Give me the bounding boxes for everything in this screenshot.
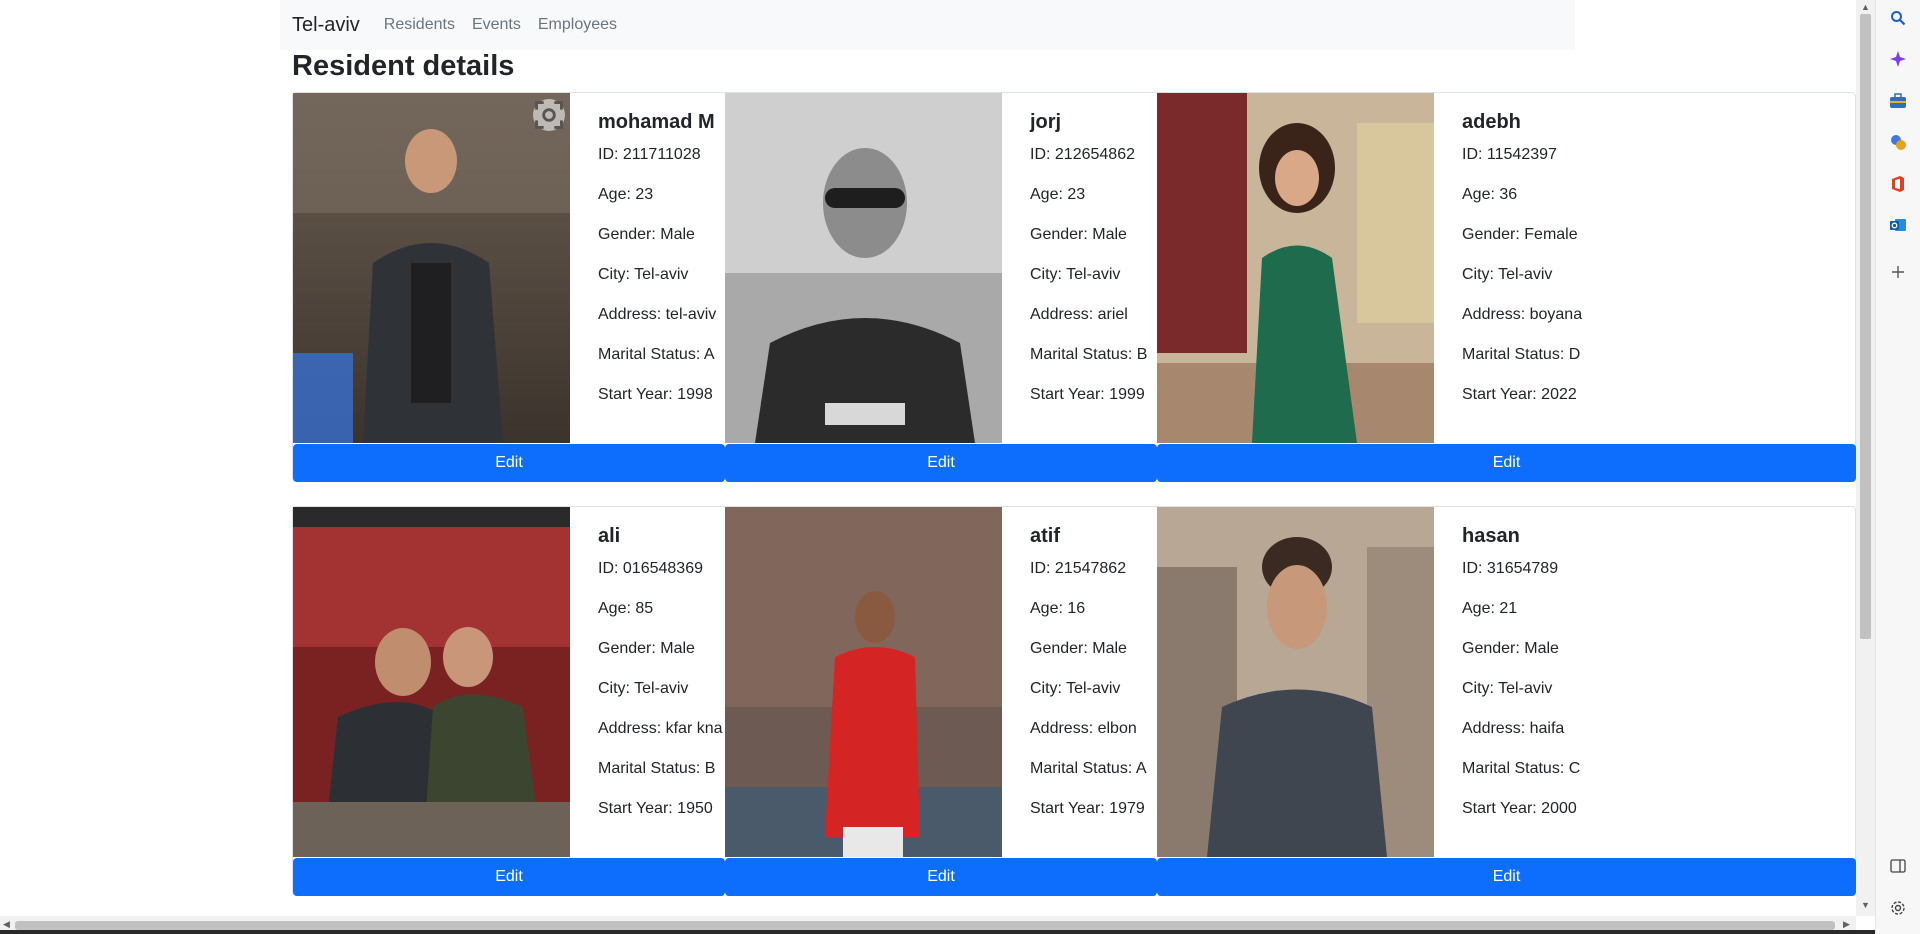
resident-city: City: Tel-aviv bbox=[598, 680, 689, 697]
resident-card: ali ID: 016548369 Age: 85 Gender: Male C… bbox=[293, 507, 725, 896]
resident-address: Address: kfar kna bbox=[598, 720, 723, 737]
resident-name: mohamad M bbox=[598, 111, 715, 133]
resident-age: Age: 23 bbox=[598, 186, 654, 203]
resident-id: ID: 016548369 bbox=[598, 560, 703, 577]
resident-start-year: Start Year: 1998 bbox=[598, 386, 713, 403]
resident-address: Address: tel-aviv bbox=[598, 306, 717, 323]
resident-gender: Gender: Male bbox=[1030, 226, 1127, 243]
resident-photo bbox=[725, 93, 1002, 443]
resident-photo bbox=[725, 507, 1002, 857]
edit-button[interactable]: Edit bbox=[293, 858, 725, 896]
resident-card: mohamad M ID: 211711028 Age: 23 Gender: … bbox=[293, 93, 725, 482]
resident-start-year: Start Year: 2000 bbox=[1462, 800, 1577, 817]
split-screen-icon[interactable] bbox=[1887, 855, 1909, 877]
edit-button[interactable]: Edit bbox=[1157, 858, 1856, 896]
resident-city: City: Tel-aviv bbox=[1462, 680, 1553, 697]
resident-city: City: Tel-aviv bbox=[1030, 266, 1121, 283]
resident-address: Address: haifa bbox=[1462, 720, 1565, 737]
resident-card: adebh ID: 11542397 Age: 36 Gender: Femal… bbox=[1157, 93, 1856, 482]
nav-link-residents[interactable]: Residents bbox=[384, 16, 455, 34]
resident-row: ali ID: 016548369 Age: 85 Gender: Male C… bbox=[292, 506, 1856, 896]
edit-button[interactable]: Edit bbox=[1157, 444, 1856, 482]
resident-start-year: Start Year: 2022 bbox=[1462, 386, 1577, 403]
edit-button[interactable]: Edit bbox=[725, 858, 1157, 896]
resident-row: mohamad M ID: 211711028 Age: 23 Gender: … bbox=[292, 92, 1856, 482]
resident-city: City: Tel-aviv bbox=[1462, 266, 1553, 283]
resident-gender: Gender: Male bbox=[1462, 640, 1559, 657]
scroll-up-arrow[interactable]: ▲ bbox=[1861, 2, 1870, 12]
browser-page: Tel-aviv Residents Events Employees Resi… bbox=[0, 0, 1856, 934]
resident-id: ID: 11542397 bbox=[1462, 146, 1557, 163]
resident-gender: Gender: Male bbox=[598, 640, 695, 657]
nav-link-events[interactable]: Events bbox=[472, 16, 521, 34]
resident-age: Age: 23 bbox=[1030, 186, 1086, 203]
resident-address: Address: boyana bbox=[1462, 306, 1583, 323]
search-icon[interactable] bbox=[1887, 7, 1909, 29]
resident-card: atif ID: 21547862 Age: 16 Gender: Male C… bbox=[725, 507, 1157, 896]
resident-start-year: Start Year: 1979 bbox=[1030, 800, 1145, 817]
taskbar-edge bbox=[0, 930, 1875, 934]
resident-age: Age: 36 bbox=[1462, 186, 1518, 203]
scroll-down-arrow[interactable]: ▼ bbox=[1861, 900, 1870, 910]
resident-age: Age: 85 bbox=[598, 600, 654, 617]
resident-id: ID: 211711028 bbox=[598, 146, 701, 163]
navbar: Tel-aviv Residents Events Employees bbox=[280, 0, 1575, 50]
resident-start-year: Start Year: 1950 bbox=[598, 800, 713, 817]
office-icon[interactable] bbox=[1887, 173, 1909, 195]
resident-marital-status: Marital Status: A bbox=[598, 346, 715, 363]
outlook-icon[interactable] bbox=[1887, 214, 1909, 236]
resident-city: City: Tel-aviv bbox=[598, 266, 689, 283]
resident-city: City: Tel-aviv bbox=[1030, 680, 1121, 697]
resident-name: ali bbox=[598, 525, 621, 547]
resident-age: Age: 21 bbox=[1462, 600, 1518, 617]
add-icon[interactable] bbox=[1887, 261, 1909, 283]
games-icon[interactable] bbox=[1887, 131, 1909, 153]
browser-sidebar bbox=[1875, 0, 1920, 934]
edit-button[interactable]: Edit bbox=[293, 444, 725, 482]
resident-photo bbox=[1157, 507, 1434, 857]
resident-card: hasan ID: 31654789 Age: 21 Gender: Male … bbox=[1157, 507, 1856, 896]
visual-search-icon bbox=[535, 101, 563, 129]
resident-address: Address: elbon bbox=[1030, 720, 1137, 737]
resident-marital-status: Marital Status: B bbox=[1030, 346, 1148, 363]
resident-gender: Gender: Male bbox=[1030, 640, 1127, 657]
edit-button[interactable]: Edit bbox=[725, 444, 1157, 482]
resident-age: Age: 16 bbox=[1030, 600, 1086, 617]
page-title: Resident details bbox=[292, 50, 515, 82]
resident-id: ID: 212654862 bbox=[1030, 146, 1135, 163]
resident-id: ID: 21547862 bbox=[1030, 560, 1127, 577]
resident-photo bbox=[293, 93, 570, 443]
resident-photo bbox=[293, 507, 570, 857]
resident-photo bbox=[1157, 93, 1434, 443]
resident-card: jorj ID: 212654862 Age: 23 Gender: Male … bbox=[725, 93, 1157, 482]
resident-address: Address: ariel bbox=[1030, 306, 1128, 323]
resident-marital-status: Marital Status: D bbox=[1462, 346, 1581, 363]
resident-marital-status: Marital Status: B bbox=[598, 760, 716, 777]
vertical-scroll-thumb[interactable] bbox=[1860, 14, 1871, 639]
nav-link-employees[interactable]: Employees bbox=[538, 16, 617, 34]
navbar-brand[interactable]: Tel-aviv bbox=[292, 14, 360, 37]
copilot-icon[interactable] bbox=[1887, 48, 1909, 70]
horizontal-scroll-thumb[interactable] bbox=[15, 921, 1835, 930]
resident-name: atif bbox=[1030, 525, 1060, 547]
briefcase-icon[interactable] bbox=[1887, 90, 1909, 112]
resident-name: jorj bbox=[1030, 111, 1062, 133]
resident-id: ID: 31654789 bbox=[1462, 560, 1559, 577]
resident-start-year: Start Year: 1999 bbox=[1030, 386, 1145, 403]
scroll-right-arrow[interactable]: ▶ bbox=[1843, 919, 1850, 930]
vertical-scrollbar[interactable]: ▲ ▼ bbox=[1856, 0, 1875, 916]
resident-name: hasan bbox=[1462, 525, 1520, 547]
resident-gender: Gender: Male bbox=[598, 226, 695, 243]
scroll-left-arrow[interactable]: ◀ bbox=[3, 919, 10, 930]
resident-name: adebh bbox=[1462, 111, 1521, 133]
visual-search-button[interactable] bbox=[533, 99, 565, 131]
settings-icon[interactable] bbox=[1887, 897, 1909, 919]
resident-marital-status: Marital Status: C bbox=[1462, 760, 1581, 777]
resident-gender: Gender: Female bbox=[1462, 226, 1578, 243]
resident-marital-status: Marital Status: A bbox=[1030, 760, 1147, 777]
